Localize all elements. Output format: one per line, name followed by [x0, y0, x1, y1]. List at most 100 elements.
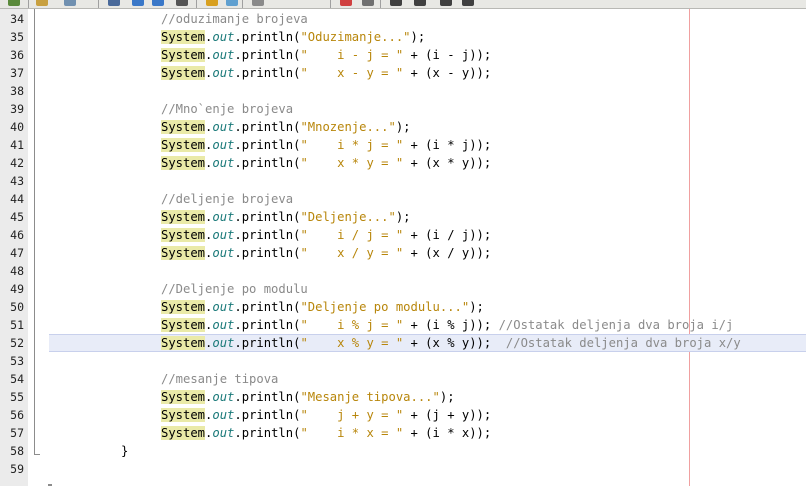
- code-token: + (j + y));: [403, 408, 492, 422]
- code-line[interactable]: 40 System.out.println("Mnozenje...");: [0, 118, 806, 136]
- static-field: out: [212, 246, 235, 260]
- code-text: System.out.println("Deljenje po modulu..…: [161, 298, 484, 316]
- class-name: System: [161, 120, 206, 134]
- clear-icon[interactable]: [226, 0, 238, 6]
- open-icon[interactable]: [36, 0, 48, 6]
- class-name: System: [161, 426, 206, 440]
- code-line[interactable]: 54 //mesanje tipova: [0, 370, 806, 388]
- code-line[interactable]: 41 System.out.println(" i * j = " + (i * …: [0, 136, 806, 154]
- line-number: 56: [10, 408, 24, 422]
- code-editor[interactable]: 34 //oduzimanje brojeva 35 System.out.print…: [0, 10, 806, 478]
- save-icon[interactable]: [64, 0, 76, 6]
- run-icon[interactable]: [340, 0, 352, 6]
- code-text: System.out.println(" i - j = " + (i - j)…: [161, 46, 491, 64]
- static-field: out: [212, 66, 235, 80]
- comment-icon[interactable]: [440, 0, 452, 6]
- line-number: 58: [10, 444, 24, 458]
- line-number: 43: [10, 174, 24, 188]
- code-line[interactable]: 44 //deljenje brojeva: [0, 190, 806, 208]
- line-number: 36: [10, 48, 24, 62]
- code-line[interactable]: 38: [0, 82, 806, 100]
- class-name: System: [161, 390, 206, 404]
- class-name: System: [161, 138, 206, 152]
- code-comment: //deljenje brojeva: [161, 192, 294, 206]
- code-line[interactable]: 47 System.out.println(" x / y = " + (x / …: [0, 244, 806, 262]
- toggle-icon[interactable]: [176, 0, 188, 6]
- code-line[interactable]: 58}: [0, 442, 806, 460]
- class-name: System: [161, 30, 206, 44]
- class-name: System: [161, 336, 206, 350]
- class-name: System: [161, 318, 206, 332]
- code-token: .println(: [234, 246, 301, 260]
- stop-icon[interactable]: [362, 0, 374, 6]
- code-line[interactable]: 35 System.out.println("Oduzimanje...");: [0, 28, 806, 46]
- code-token: + (i * x));: [403, 426, 492, 440]
- code-token: .println(: [234, 138, 301, 152]
- string-literal: " x * y = ": [300, 156, 404, 170]
- code-text: System.out.println(" i * x = " + (i * x)…: [161, 424, 491, 442]
- code-line[interactable]: 57 System.out.println(" i * x = " + (i * …: [0, 424, 806, 442]
- back-icon[interactable]: [132, 0, 144, 6]
- code-token: + (x / y));: [403, 246, 492, 260]
- line-number: 51: [10, 318, 24, 332]
- code-line[interactable]: 48: [0, 262, 806, 280]
- class-name: System: [161, 246, 206, 260]
- shift-left-icon[interactable]: [390, 0, 402, 6]
- uncomment-icon[interactable]: [462, 0, 474, 6]
- code-token: );: [439, 390, 455, 404]
- code-line[interactable]: 37 System.out.println(" x - y = " + (x - …: [0, 64, 806, 82]
- line-number: 38: [10, 84, 24, 98]
- forward-icon[interactable]: [152, 0, 164, 6]
- static-field: out: [212, 30, 235, 44]
- code-text: System.out.println("Mesanje tipova...");: [161, 388, 455, 406]
- code-line[interactable]: 50 System.out.println("Deljenje po modulu…: [0, 298, 806, 316]
- code-text: System.out.println(" x % y = " + (x % y)…: [161, 334, 741, 352]
- toolbar-separator: [196, 0, 197, 8]
- code-text: //Deljenje po modulu: [161, 280, 308, 298]
- code-token: + (x * y));: [403, 156, 492, 170]
- static-field: out: [212, 426, 235, 440]
- static-field: out: [212, 210, 235, 224]
- find-icon[interactable]: [108, 0, 120, 6]
- code-token: .println(: [234, 120, 301, 134]
- toolbar-separator: [330, 0, 331, 8]
- class-name: System: [161, 408, 206, 422]
- new-file-icon[interactable]: [8, 0, 20, 6]
- code-token: );: [410, 30, 426, 44]
- code-line[interactable]: 43: [0, 172, 806, 190]
- line-number: 44: [10, 192, 24, 206]
- code-line[interactable]: 34 //oduzimanje brojeva: [0, 10, 806, 28]
- code-line[interactable]: 56 System.out.println(" j + y = " + (j + …: [0, 406, 806, 424]
- code-line[interactable]: 55 System.out.println("Mesanje tipova..."…: [0, 388, 806, 406]
- code-text: System.out.println("Mnozenje...");: [161, 118, 411, 136]
- up-icon[interactable]: [206, 0, 218, 6]
- static-field: out: [212, 390, 235, 404]
- code-line[interactable]: 49 //Deljenje po modulu: [0, 280, 806, 298]
- code-text: System.out.println(" i * j = " + (i * j)…: [161, 136, 491, 154]
- code-token: .println(: [234, 30, 301, 44]
- code-token: .println(: [234, 408, 301, 422]
- code-line[interactable]: 59: [0, 460, 806, 478]
- code-line[interactable]: 45 System.out.println("Deljenje...");: [0, 208, 806, 226]
- line-number: 42: [10, 156, 24, 170]
- toolbar-separator: [98, 0, 99, 8]
- code-token: .println(: [234, 210, 301, 224]
- code-line[interactable]: 39 //Mno`enje brojeva: [0, 100, 806, 118]
- current-code-line[interactable]: 52 System.out.println(" x % y = " + (x % …: [0, 334, 806, 352]
- code-line[interactable]: 51 System.out.println(" i % j = " + (i % …: [0, 316, 806, 334]
- code-line[interactable]: 53: [0, 352, 806, 370]
- line-number: 49: [10, 282, 24, 296]
- class-name: System: [161, 228, 206, 242]
- code-token: + (i - j));: [403, 48, 492, 62]
- code-line[interactable]: 42 System.out.println(" x * y = " + (x * …: [0, 154, 806, 172]
- line-number: 34: [10, 12, 24, 26]
- string-literal: " i % j = ": [300, 318, 404, 332]
- class-name: System: [161, 300, 206, 314]
- code-line[interactable]: 46 System.out.println(" i / j = " + (i / …: [0, 226, 806, 244]
- debug-icon[interactable]: [252, 0, 264, 6]
- code-line[interactable]: 36 System.out.println(" i - j = " + (i - …: [0, 46, 806, 64]
- toolbar-separator: [242, 0, 243, 8]
- static-field: out: [212, 318, 235, 332]
- editor-toolbar: [0, 0, 806, 9]
- shift-right-icon[interactable]: [414, 0, 426, 6]
